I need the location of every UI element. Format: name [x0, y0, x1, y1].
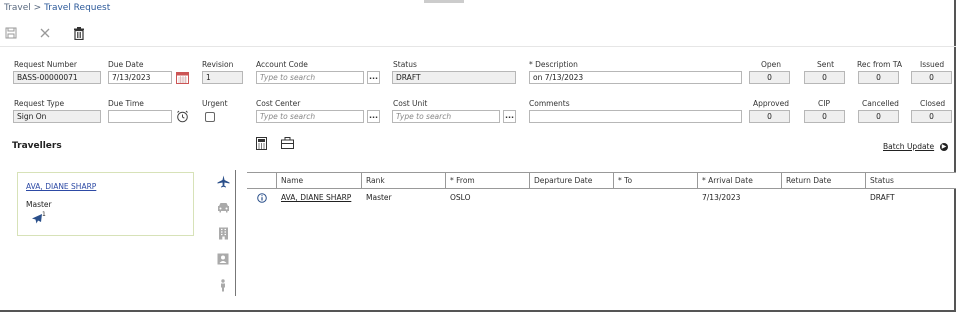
request-type-label: Request Type — [14, 99, 65, 108]
person-icon[interactable] — [216, 278, 230, 292]
calendar-icon[interactable] — [176, 71, 189, 84]
row-from[interactable]: OSLO — [446, 189, 530, 207]
breadcrumb-separator: > — [33, 3, 42, 13]
issued-count: 0 — [911, 71, 952, 84]
open-label: Open — [761, 60, 782, 69]
account-code-label: Account Code — [256, 60, 308, 69]
traveller-card-name[interactable]: AVA, DIANE SHARP — [26, 182, 96, 191]
approved-label: Approved — [753, 99, 789, 108]
traveller-card-rank: Master — [26, 200, 52, 209]
column-header-from[interactable]: * From — [446, 173, 530, 188]
contact-card-icon[interactable] — [216, 252, 230, 266]
rec-from-ta-count: 0 — [858, 71, 899, 84]
batch-update-link[interactable]: Batch Update ▶ — [883, 142, 949, 151]
info-icon[interactable] — [247, 189, 277, 207]
description-input[interactable]: on 7/13/2023 — [529, 71, 742, 84]
travellers-title: Travellers — [12, 141, 62, 151]
cost-unit-lookup-button[interactable]: ... — [503, 110, 516, 123]
approved-count: 0 — [749, 110, 790, 123]
travellers-toolbar — [256, 137, 294, 152]
row-return-date[interactable] — [782, 189, 866, 207]
batch-update-label: Batch Update — [883, 142, 935, 151]
row-departure-date[interactable] — [530, 189, 614, 207]
flight-count: 1 — [42, 211, 46, 218]
row-status: DRAFT — [870, 193, 895, 202]
calculator-icon[interactable] — [256, 137, 267, 152]
due-time-input[interactable] — [108, 110, 172, 123]
open-count: 0 — [749, 71, 790, 84]
car-icon[interactable] — [216, 200, 230, 214]
column-header-arrival-date[interactable]: * Arrival Date — [698, 173, 782, 188]
breadcrumb-current: Travel Request — [44, 3, 111, 13]
cancelled-label: Cancelled — [862, 99, 899, 108]
hotel-icon[interactable] — [216, 226, 230, 240]
toolbar — [4, 26, 86, 40]
save-icon[interactable] — [4, 26, 18, 40]
close-icon[interactable] — [38, 26, 52, 40]
status-field: DRAFT — [392, 71, 516, 84]
cip-count: 0 — [804, 110, 845, 123]
due-date-field[interactable]: 7/13/2023 — [108, 71, 172, 84]
toolbar-divider — [0, 46, 956, 47]
trash-icon[interactable] — [72, 26, 86, 40]
account-code-input[interactable]: Type to search — [256, 71, 364, 84]
transport-mode-bar — [216, 174, 230, 292]
account-code-lookup-button[interactable]: ... — [367, 71, 380, 84]
column-header-departure-date[interactable]: Departure Date — [530, 173, 614, 188]
status-label: Status — [393, 60, 417, 69]
column-header-info — [247, 173, 277, 188]
table-row[interactable]: AVA, DIANE SHARP Master OSLO 7/13/2023 D… — [247, 189, 956, 207]
breadcrumb-root[interactable]: Travel — [4, 3, 31, 13]
breadcrumb: Travel > Travel Request — [4, 3, 110, 13]
description-label: * Description — [529, 60, 578, 69]
plane-icon[interactable] — [216, 174, 230, 188]
revision-field: 1 — [202, 71, 243, 84]
due-time-label: Due Time — [108, 99, 144, 108]
rec-from-ta-label: Rec from TA — [857, 60, 902, 69]
alarm-clock-icon[interactable] — [176, 110, 189, 123]
request-number-field: BASS-00000071 — [13, 71, 101, 84]
urgent-checkbox[interactable] — [205, 112, 215, 122]
cost-center-input[interactable]: Type to search — [256, 110, 364, 123]
cip-label: CIP — [818, 99, 830, 108]
cost-center-label: Cost Center — [256, 99, 301, 108]
arrow-right-icon: ▶ — [940, 142, 949, 151]
closed-count: 0 — [911, 110, 952, 123]
cost-center-lookup-button[interactable]: ... — [367, 110, 380, 123]
cost-unit-input[interactable]: Type to search — [392, 110, 500, 123]
column-header-rank[interactable]: Rank — [362, 173, 446, 188]
column-header-status[interactable]: Status — [866, 173, 956, 188]
grid-header: Name Rank * From Departure Date * To * A… — [247, 172, 956, 189]
urgent-label: Urgent — [202, 99, 228, 108]
row-rank: Master — [366, 193, 392, 202]
column-header-to[interactable]: * To — [614, 173, 698, 188]
cost-unit-label: Cost Unit — [393, 99, 428, 108]
row-arrival-date[interactable]: 7/13/2023 — [698, 189, 782, 207]
briefcase-icon[interactable] — [281, 137, 294, 152]
resize-grip[interactable] — [424, 0, 464, 3]
column-header-name[interactable]: Name — [277, 173, 362, 188]
panel-divider — [235, 170, 236, 296]
due-date-label: Due Date — [108, 60, 144, 69]
comments-label: Comments — [529, 99, 570, 108]
column-header-return-date[interactable]: Return Date — [782, 173, 866, 188]
request-number-label: Request Number — [14, 60, 77, 69]
sent-label: Sent — [817, 60, 835, 69]
cancelled-count: 0 — [858, 110, 899, 123]
row-name-link[interactable]: AVA, DIANE SHARP — [277, 189, 362, 207]
issued-label: Issued — [920, 60, 945, 69]
traveller-card[interactable]: AVA, DIANE SHARP Master 1 — [17, 172, 194, 236]
sent-count: 0 — [804, 71, 845, 84]
closed-label: Closed — [920, 99, 946, 108]
revision-label: Revision — [202, 60, 234, 69]
request-type-field: Sign On — [13, 110, 101, 123]
comments-input[interactable] — [529, 110, 742, 123]
travellers-grid: Name Rank * From Departure Date * To * A… — [247, 172, 956, 207]
row-to[interactable] — [614, 189, 698, 207]
